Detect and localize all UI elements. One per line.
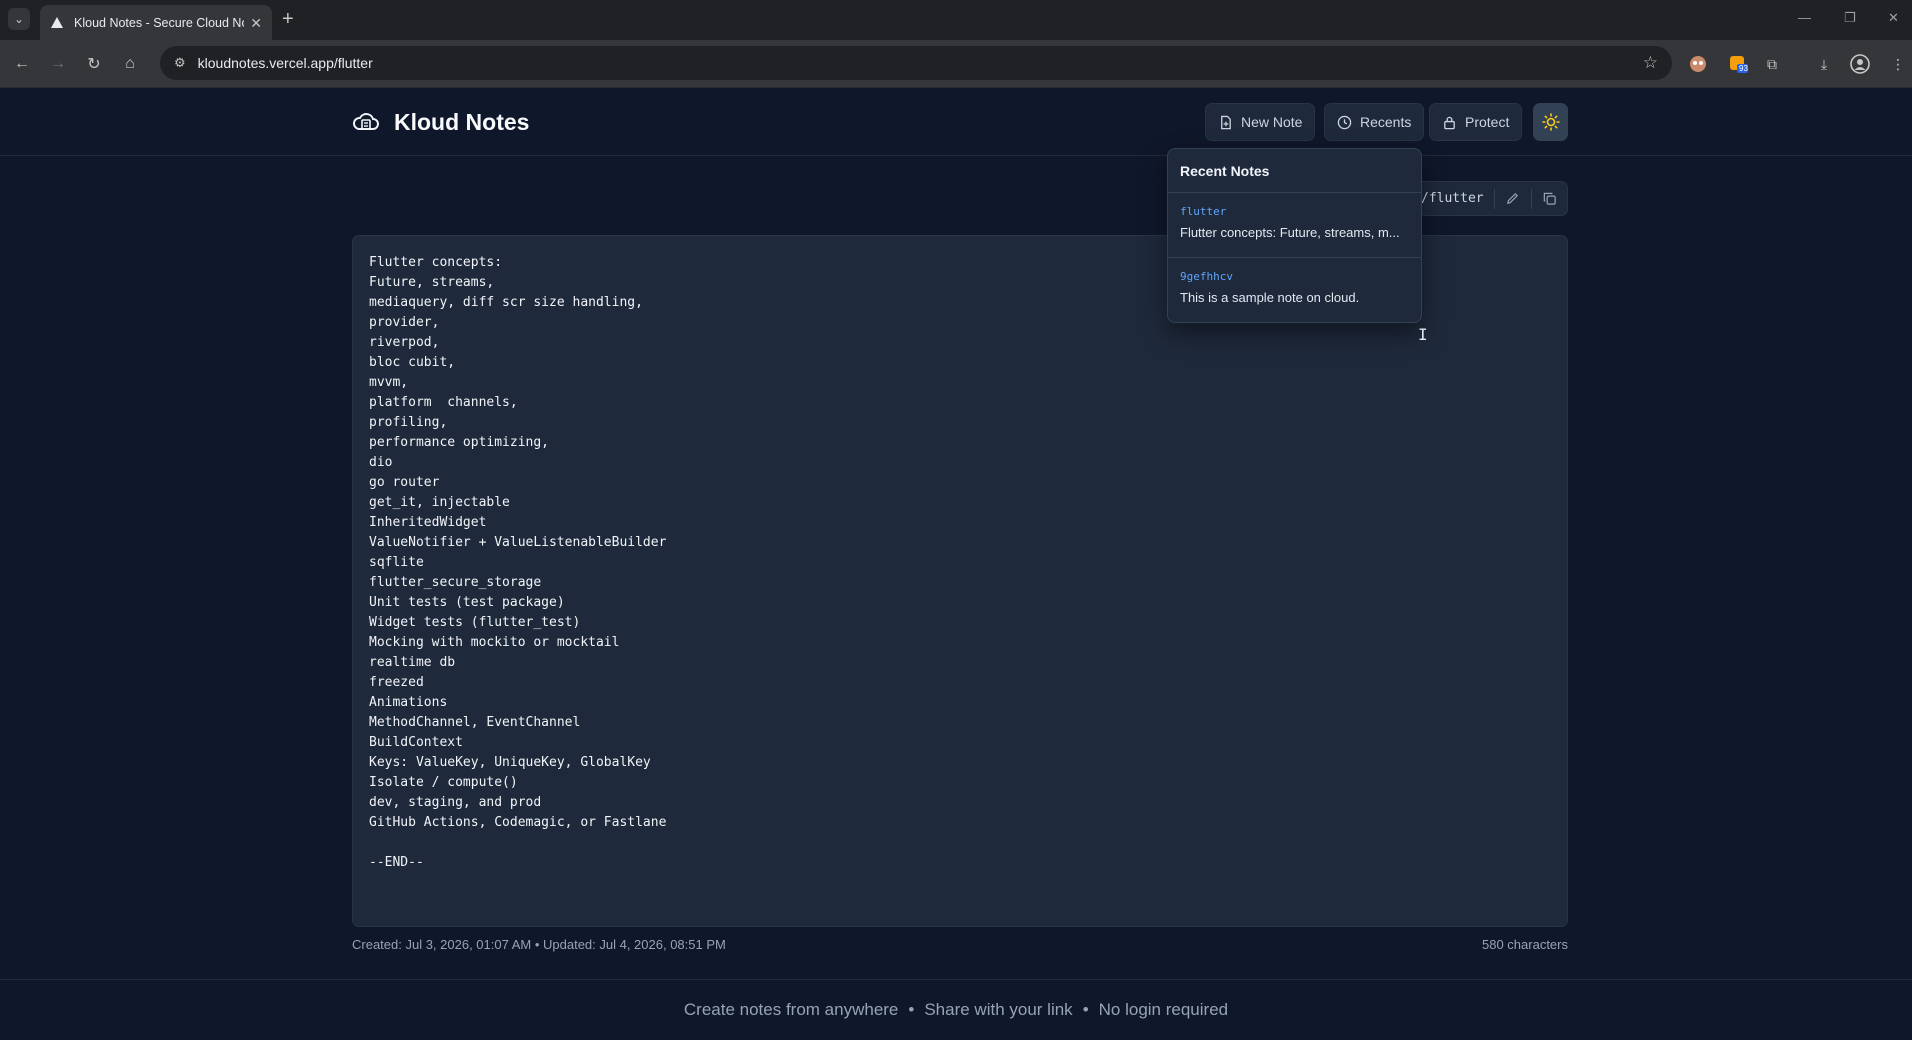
window-close-icon[interactable]: ✕ [1888,10,1899,26]
file-plus-icon [1221,115,1231,129]
footer-feature-3: No login required [1098,1000,1229,1019]
text-cursor-icon: I [1418,325,1428,344]
address-url[interactable]: kloudnotes.vercel.app/flutter [198,55,373,71]
recent-note-item[interactable]: flutter Flutter concepts: Future, stream… [1168,193,1421,258]
extension-avatar-icon[interactable] [1686,52,1710,76]
edit-url-button[interactable] [1495,182,1531,215]
note-timestamps: Created: Jul 3, 2026, 01:07 AM • Updated… [352,937,726,952]
footer-divider [0,979,1912,980]
site-info-icon[interactable]: ⚙ [174,55,186,71]
recents-label: Recents [1360,114,1412,130]
note-editor[interactable]: Flutter concepts: Future, streams, media… [352,235,1568,927]
tab-search-dropdown-icon[interactable]: ⌄ [8,8,30,30]
downloads-icon[interactable]: ⤓ [1812,52,1836,76]
new-note-button[interactable]: New Note [1205,103,1316,141]
clock-icon [1337,115,1352,129]
footer-feature-1: Create notes from anywhere [683,1000,899,1019]
tab-close-icon[interactable]: ✕ [250,16,262,30]
app-title: Kloud Notes [394,108,530,135]
theme-toggle-button[interactable] [1533,103,1568,141]
sun-icon [1541,113,1560,131]
extensions-puzzle-icon[interactable]: ⧉ [1760,52,1784,76]
footer-bullet: • [908,1000,915,1019]
profile-icon[interactable] [1848,52,1872,76]
pencil-icon [1507,192,1519,204]
note-path[interactable]: /flutter [1411,191,1494,206]
vercel-favicon-icon [50,16,64,30]
reload-icon[interactable]: ↻ [84,54,104,74]
recent-note-slug: 9gefhhcv [1180,270,1233,283]
protect-button[interactable]: Protect [1429,103,1523,141]
browser-tab-active[interactable]: Kloud Notes - Secure Cloud Notes ✕ [40,5,272,40]
extension-badge-icon[interactable]: 93 [1726,52,1750,76]
recent-note-preview: This is a sample note on cloud. [1180,290,1360,305]
footer: Create notes from anywhere • Share with yo… [0,1000,1912,1020]
brand[interactable]: Kloud Notes [352,108,529,136]
recents-button[interactable]: Recents [1324,103,1425,141]
app-header: Kloud Notes New Note Recents Protect [0,88,1912,156]
recent-notes-title: Recent Notes [1168,149,1421,193]
extension-badge-count: 93 [1739,64,1748,73]
forward-icon[interactable]: → [48,54,68,74]
copy-icon [1543,192,1556,205]
browser-toolbar: ← → ↻ ⌂ ⚙ kloudnotes.vercel.app/flutter … [0,40,1912,88]
restore-icon[interactable]: ❐ [1844,10,1856,26]
character-count: 580 characters [1482,937,1568,952]
browser-tab-bar: ⌄ Kloud Notes - Secure Cloud Notes ✕ + —… [0,0,1912,40]
copy-link-button[interactable] [1531,182,1567,215]
cloud-notes-logo-icon [353,113,379,130]
recent-notes-dropdown: Recent Notes flutter Flutter concepts: F… [1167,148,1422,323]
home-icon[interactable]: ⌂ [120,54,140,74]
tab-title: Kloud Notes - Secure Cloud Notes [74,15,244,30]
recent-note-preview: Flutter concepts: Future, streams, m... [1180,225,1400,240]
recent-note-slug: flutter [1180,205,1227,218]
new-note-label: New Note [1241,114,1303,130]
note-url-box: /flutter [1410,181,1568,216]
bookmark-star-icon[interactable]: ☆ [1643,53,1658,73]
address-bar[interactable]: ⚙ kloudnotes.vercel.app/flutter ☆ [160,46,1672,80]
back-icon[interactable]: ← [12,54,32,74]
lock-icon [1444,116,1455,129]
footer-bullet: • [1082,1000,1089,1019]
protect-label: Protect [1465,114,1510,130]
browser-menu-icon[interactable]: ⋮ [1886,52,1910,76]
minimize-icon[interactable]: — [1798,10,1811,25]
new-tab-icon[interactable]: + [282,8,294,30]
note-content[interactable]: Flutter concepts: Future, streams, media… [369,253,1551,873]
footer-feature-2: Share with your link [924,1000,1073,1019]
recent-note-item[interactable]: 9gefhhcv This is a sample note on cloud. [1168,258,1421,323]
